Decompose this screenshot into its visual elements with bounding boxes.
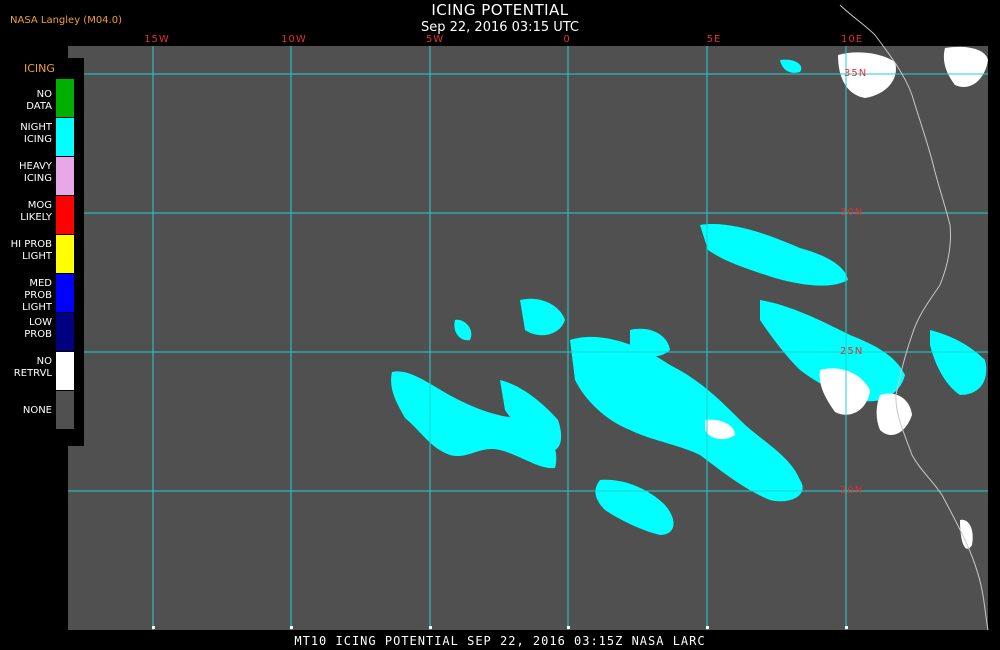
legend-label-no-retrvl: NO RETRVL [13, 356, 52, 379]
legend-label-no-data: NO DATA [26, 89, 52, 112]
night-icing-regions [391, 59, 987, 535]
lat-label-20n: 20N [840, 485, 864, 496]
lat-label-25n: 25N [840, 346, 864, 357]
icing-patch-far-east [930, 330, 987, 395]
bottom-ticks [152, 626, 848, 629]
lat-label-30n: 30N [840, 207, 864, 218]
legend-heading: ICING [24, 62, 55, 75]
icing-patch-northeast [700, 224, 848, 286]
icing-patch-north [780, 59, 802, 73]
no-retrieval-patch-east-2 [876, 393, 912, 435]
legend-swatch-mog-likely [56, 196, 74, 234]
icing-patch-mid-north [454, 319, 472, 341]
legend-label-med-prob-light: MED PROB LIGHT [22, 278, 52, 313]
footer-caption: MT10 ICING POTENTIAL SEP 22, 2016 03:15Z… [294, 634, 706, 648]
legend-label-none: NONE [22, 405, 52, 416]
no-retrieval-patch-northeast [943, 46, 988, 88]
legend-swatch-hi-prob-light [56, 235, 74, 273]
legend-swatch-night-icing [56, 118, 74, 156]
icing-patch-south [595, 479, 674, 535]
icing-patch-mid [570, 336, 803, 502]
legend-label-low-prob: LOW PROB [24, 317, 52, 340]
legend-swatch-no-data [56, 79, 74, 117]
legend-label-mog-likely: MOG LIKELY [20, 200, 52, 223]
map-overlay [68, 4, 989, 631]
legend-label-heavy-icing: HEAVY ICING [19, 161, 52, 184]
legend-label-hi-prob-light: HI PROB LIGHT [10, 239, 52, 262]
legend-swatch-no-retrvl [56, 352, 74, 390]
lat-label-35n: 35N [844, 68, 868, 79]
legend-swatch-heavy-icing [56, 157, 74, 195]
icing-patch-mid-north-2 [520, 298, 565, 336]
legend-swatch-low-prob [56, 313, 74, 351]
legend-swatch-med-prob-light [56, 274, 74, 312]
legend-swatch-none [56, 391, 74, 429]
legend-label-night-icing: NIGHT ICING [20, 122, 52, 145]
